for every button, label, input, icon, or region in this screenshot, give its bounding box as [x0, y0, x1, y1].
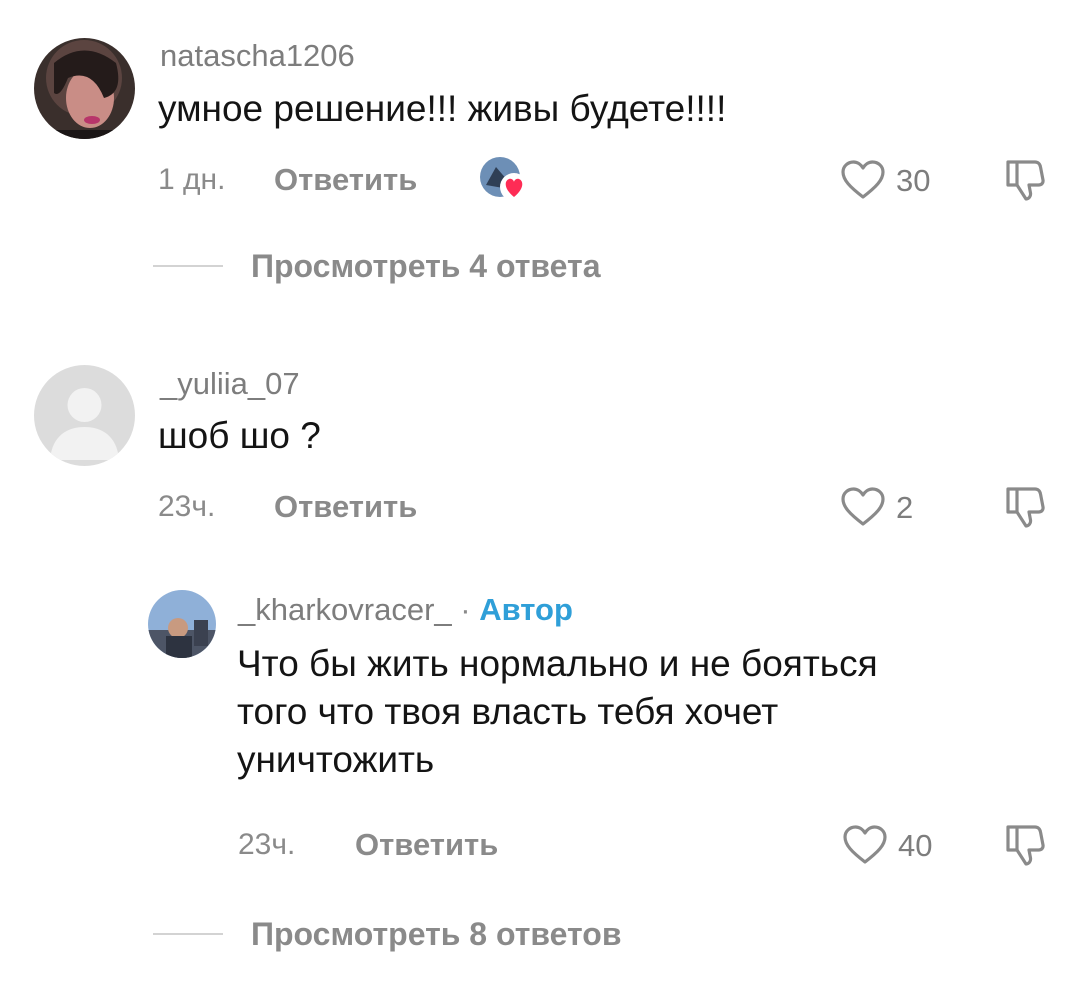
comment-time: 1 дн. — [158, 163, 226, 196]
like-button[interactable]: 2 — [840, 487, 913, 527]
default-avatar-icon — [34, 365, 135, 466]
reply-username-row: _kharkovracer_ · Автор — [238, 594, 573, 625]
reply-text-line: уничтожить — [237, 739, 435, 780]
like-button[interactable]: 30 — [840, 160, 930, 200]
dislike-button[interactable] — [1005, 485, 1047, 534]
view-replies-button[interactable]: Просмотреть 8 ответов — [153, 918, 622, 950]
dislike-button[interactable] — [1005, 823, 1047, 872]
divider — [153, 933, 223, 935]
comment-time: 23ч. — [158, 490, 216, 523]
avatar[interactable] — [34, 38, 135, 139]
reply-text-line: того что твоя власть тебя хочет — [237, 691, 779, 732]
comment-text: шоб шо ? — [158, 415, 321, 456]
dislike-button[interactable] — [1005, 158, 1047, 207]
view-replies-button[interactable]: Просмотреть 4 ответа — [153, 250, 601, 282]
avatar[interactable] — [148, 590, 216, 658]
separator-dot: · — [460, 592, 471, 627]
reply-username[interactable]: _kharkovracer_ — [238, 592, 452, 627]
dislike-icon — [1006, 825, 1045, 866]
author-badge: Автор — [479, 592, 573, 627]
reply-time: 23ч. — [238, 828, 296, 861]
comment-username[interactable]: natascha1206 — [160, 40, 355, 71]
heart-outline-icon — [841, 487, 885, 526]
dislike-icon — [1006, 487, 1045, 528]
like-count: 2 — [896, 489, 914, 525]
avatar[interactable] — [34, 365, 135, 466]
reply-text-line: Что бы жить нормально и не бояться — [237, 643, 878, 684]
comment-text: умное решение!!! живы будете!!!! — [158, 88, 727, 129]
comment-username[interactable]: _yuliia_07 — [160, 368, 300, 399]
reply-button[interactable]: Ответить — [355, 829, 498, 860]
reply-text: Что бы жить нормально и не бояться того … — [237, 640, 878, 784]
like-button[interactable]: 40 — [842, 825, 932, 865]
view-replies-label: Просмотреть 8 ответов — [251, 916, 622, 952]
reply-button[interactable]: Ответить — [274, 491, 417, 522]
heart-outline-icon — [841, 160, 885, 199]
divider — [153, 265, 223, 267]
view-replies-label: Просмотреть 4 ответа — [251, 248, 601, 284]
creator-liked-badge — [478, 155, 532, 205]
reply-button[interactable]: Ответить — [274, 164, 417, 195]
dislike-icon — [1006, 160, 1045, 201]
heart-outline-icon — [843, 825, 887, 864]
like-count: 30 — [896, 162, 931, 198]
like-count: 40 — [898, 827, 933, 863]
